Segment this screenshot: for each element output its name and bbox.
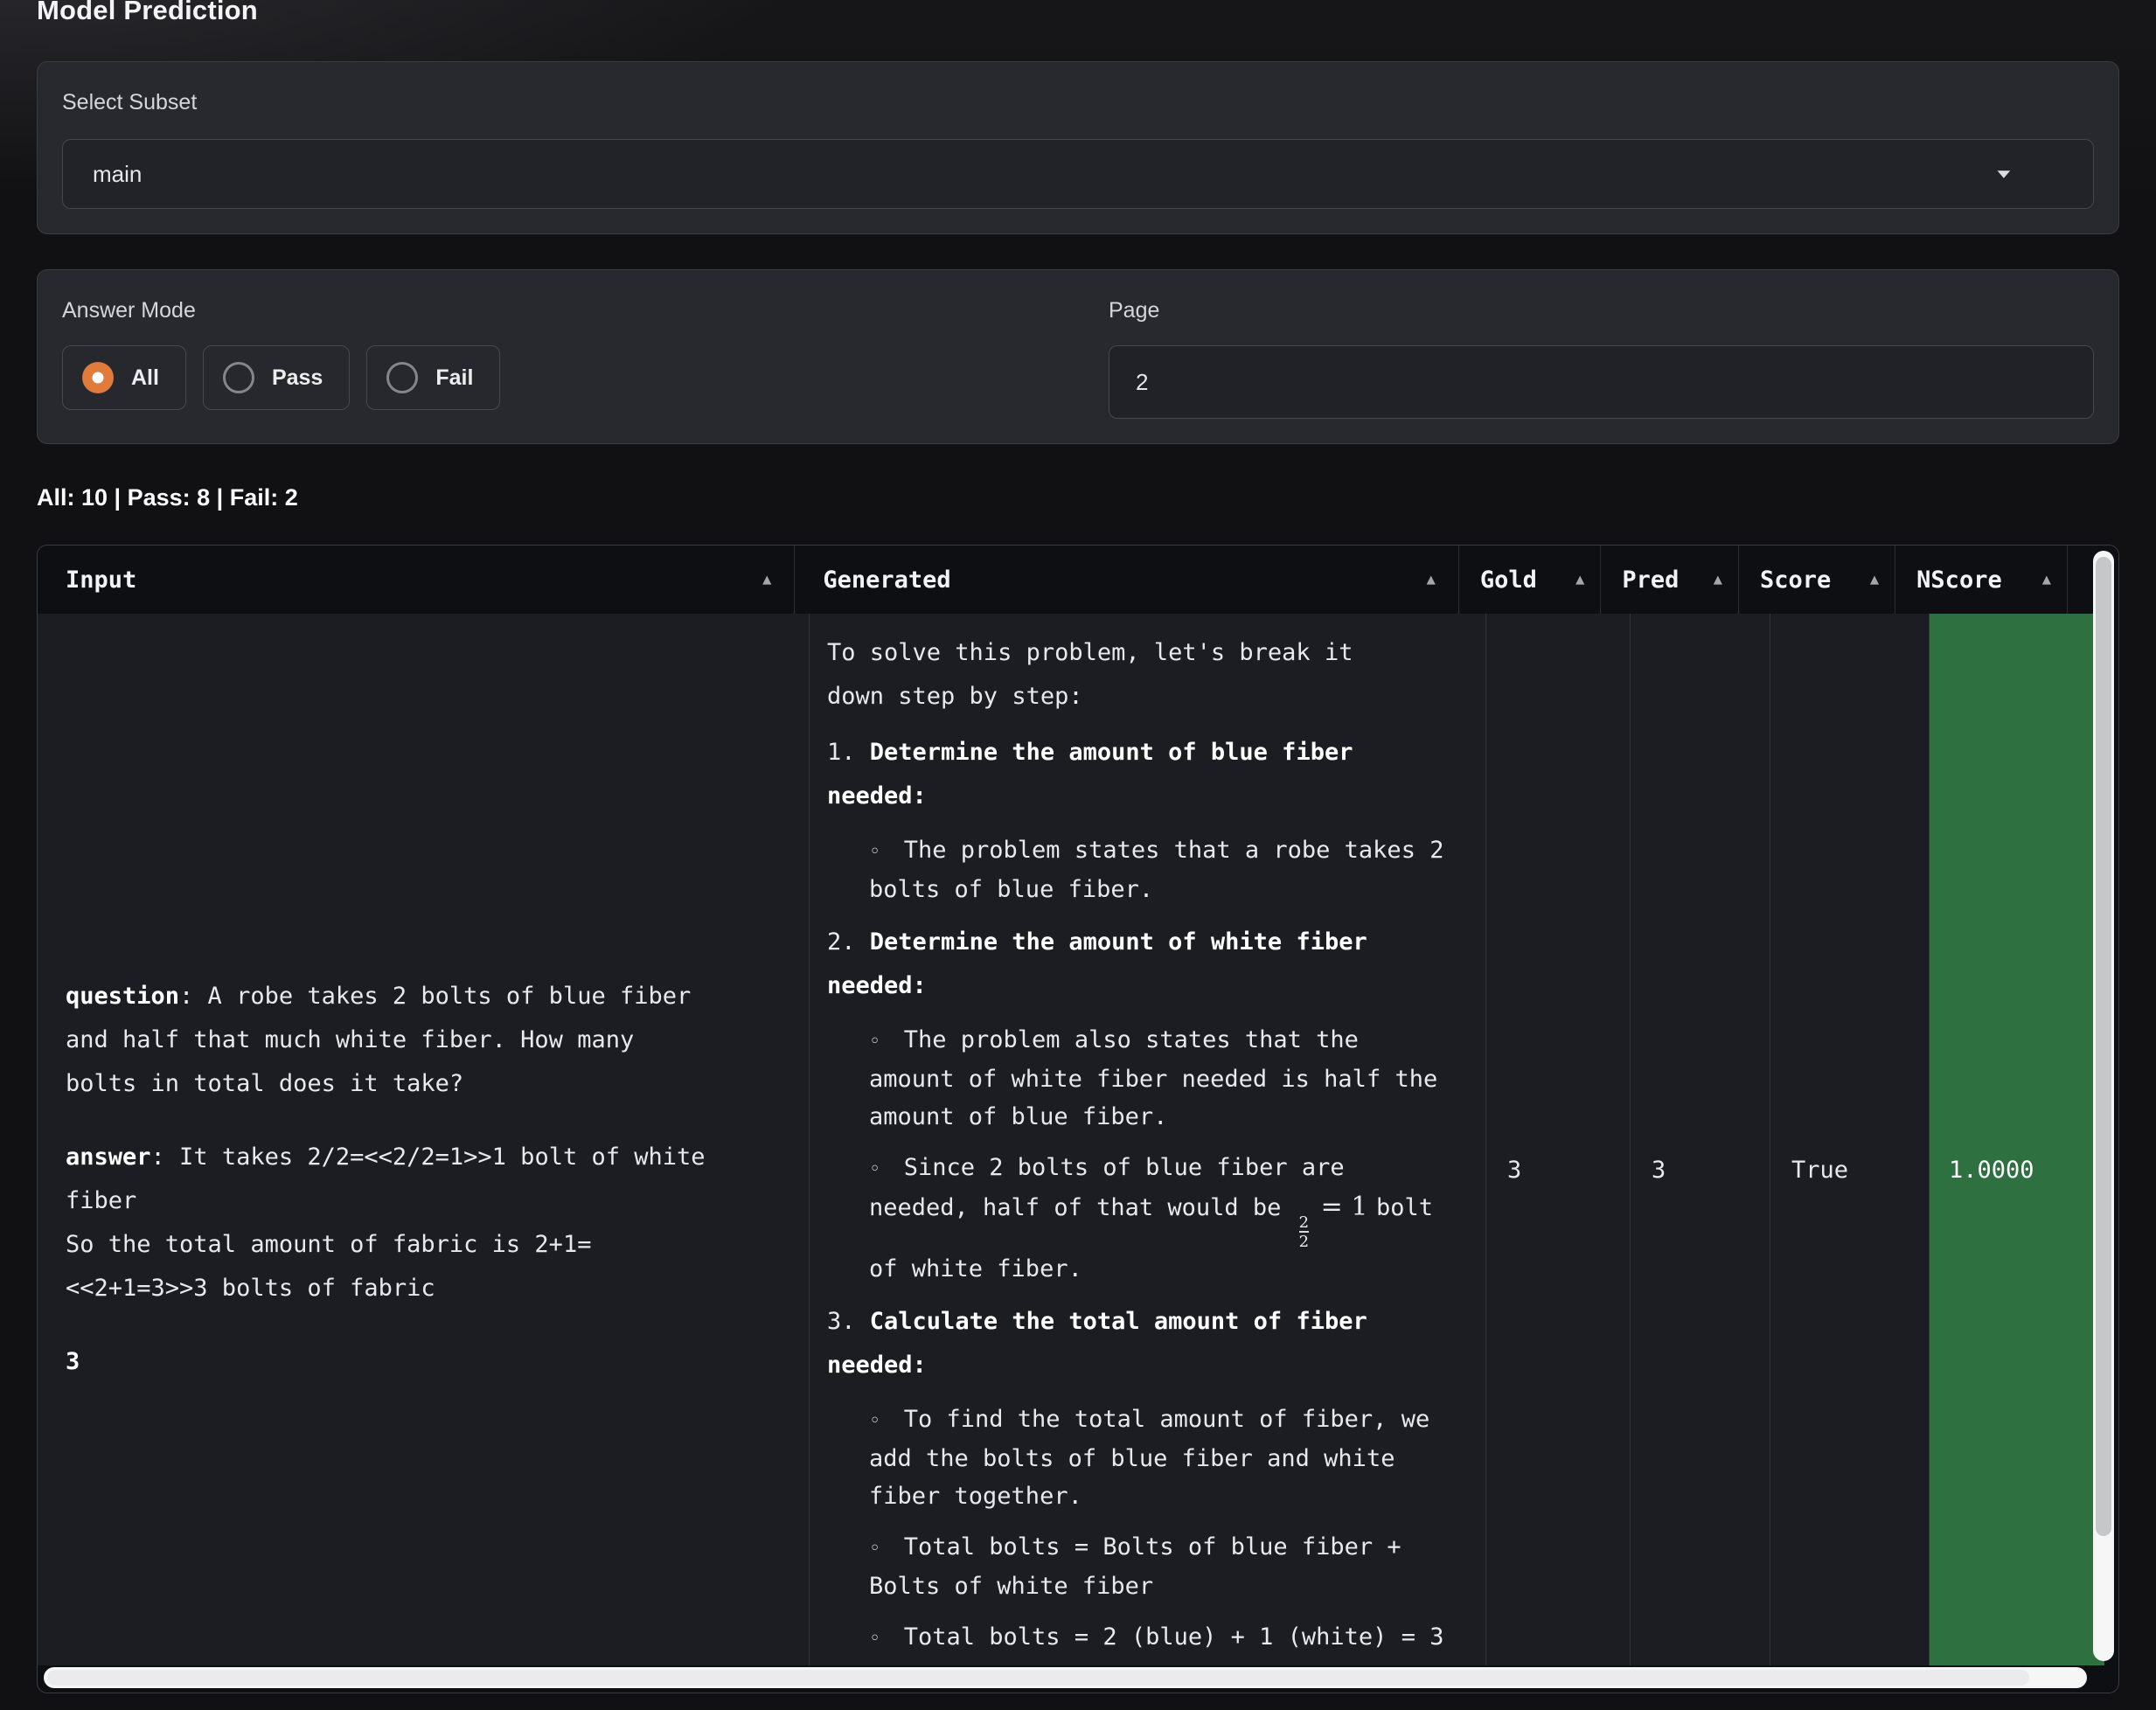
bullet-icon: ◦ <box>869 841 904 863</box>
bullet-icon: ◦ <box>869 1538 904 1560</box>
paragraph: 1. Determine the amount of blue fiber ne… <box>827 731 1464 818</box>
cell-gold[interactable]: 3 <box>1486 614 1631 1665</box>
answer-mode-radio-group: All Pass Fail <box>62 345 1109 410</box>
radio-option-all[interactable]: All <box>62 345 186 410</box>
table-row: question: A robe takes 2 bolts of blue f… <box>38 614 2118 1665</box>
column-label: Pred <box>1622 567 1679 594</box>
answer-mode-label: Answer Mode <box>62 296 1109 324</box>
cell-input[interactable]: question: A robe takes 2 bolts of blue f… <box>38 614 810 1665</box>
column-header-score[interactable]: Score ▲ <box>1739 546 1895 614</box>
radio-option-label: All <box>131 365 159 391</box>
page-label: Page <box>1109 296 2094 324</box>
cell-nscore[interactable]: 1.0000 <box>1930 614 2104 1665</box>
paragraph: question: A robe takes 2 bolts of blue f… <box>66 975 784 1106</box>
sort-asc-icon[interactable]: ▲ <box>750 571 771 588</box>
page-title: Model Prediction <box>37 0 2119 26</box>
answer-mode-section: Answer Mode All Pass Fail <box>62 296 1109 419</box>
column-header-pred[interactable]: Pred ▲ <box>1601 546 1739 614</box>
vertical-scrollbar-thumb[interactable] <box>2096 557 2111 1536</box>
list-item: ◦ Total bolts = 2 (blue) + 1 (white) = 3… <box>869 1618 1464 1665</box>
paragraph: 3 <box>66 1340 784 1384</box>
column-header-input[interactable]: Input ▲ <box>38 546 795 614</box>
horizontal-scrollbar[interactable] <box>44 1667 2087 1688</box>
list-item: ◦ Total bolts = Bolts of blue fiber + Bo… <box>869 1528 1464 1605</box>
column-header-generated[interactable]: Generated ▲ <box>795 546 1459 614</box>
select-subset-label: Select Subset <box>62 88 2094 116</box>
radio-option-label: Fail <box>435 365 473 391</box>
controls-panel: Answer Mode All Pass Fail Page <box>37 269 2119 444</box>
radio-option-pass[interactable]: Pass <box>203 345 350 410</box>
results-table: Input ▲ Generated ▲ Gold ▲ Pred ▲ Score … <box>37 545 2119 1693</box>
radio-selected-icon <box>82 362 114 393</box>
radio-option-label: Pass <box>272 365 323 391</box>
paragraph: 2. Determine the amount of white fiber n… <box>827 921 1464 1008</box>
page-section: Page <box>1109 296 2094 419</box>
select-subset-panel: Select Subset main ▼ <box>37 61 2119 234</box>
sort-asc-icon[interactable]: ▲ <box>1701 571 1722 588</box>
column-label: Score <box>1760 567 1831 594</box>
sort-asc-icon[interactable]: ▲ <box>2030 571 2051 588</box>
table-header-row: Input ▲ Generated ▲ Gold ▲ Pred ▲ Score … <box>38 546 2118 614</box>
column-label: Generated <box>823 567 950 594</box>
bullet-icon: ◦ <box>869 1628 904 1650</box>
subset-dropdown-value: main <box>93 161 1995 188</box>
bullet-icon: ◦ <box>869 1031 904 1053</box>
fraction: 22 <box>1299 1214 1309 1250</box>
column-header-nscore[interactable]: NScore ▲ <box>1895 546 2068 614</box>
radio-unselected-icon <box>223 362 254 393</box>
sort-asc-icon[interactable]: ▲ <box>1563 571 1584 588</box>
bullet-icon: ◦ <box>869 1158 904 1180</box>
column-label: NScore <box>1916 567 2002 594</box>
column-label: Input <box>66 567 136 594</box>
app-page: Model Prediction Select Subset main ▼ An… <box>0 0 2156 1693</box>
subset-dropdown[interactable]: main ▼ <box>62 139 2094 209</box>
paragraph: To solve this problem, let's break it do… <box>827 631 1464 719</box>
bullet-icon: ◦ <box>869 1410 904 1432</box>
horizontal-scrollbar-thumb[interactable] <box>47 1670 2029 1686</box>
cell-pred[interactable]: 3 <box>1631 614 1770 1665</box>
radio-option-fail[interactable]: Fail <box>366 345 500 410</box>
sort-asc-icon[interactable]: ▲ <box>1415 571 1436 588</box>
radio-unselected-icon <box>386 362 418 393</box>
cell-score[interactable]: True <box>1770 614 1930 1665</box>
list-item: ◦ The problem also states that the amoun… <box>869 1021 1464 1136</box>
sort-asc-icon[interactable]: ▲ <box>1858 571 1879 588</box>
paragraph: answer: It takes 2/2=<<2/2=1>>1 bolt of … <box>66 1136 784 1310</box>
paragraph: 3. Calculate the total amount of fiber n… <box>827 1300 1464 1387</box>
cell-generated[interactable]: To solve this problem, let's break it do… <box>810 614 1486 1665</box>
page-input[interactable] <box>1109 345 2094 419</box>
stats-summary: All: 10 | Pass: 8 | Fail: 2 <box>37 484 2119 511</box>
list-item: ◦ Since 2 bolts of blue fiber are needed… <box>869 1149 1464 1288</box>
chevron-down-icon: ▼ <box>1993 167 2015 182</box>
vertical-scrollbar[interactable] <box>2093 551 2114 1661</box>
list-item: ◦ The problem states that a robe takes 2… <box>869 831 1464 908</box>
column-label: Gold <box>1480 567 1537 594</box>
list-item: ◦ To find the total amount of fiber, we … <box>869 1401 1464 1515</box>
column-header-gold[interactable]: Gold ▲ <box>1459 546 1602 614</box>
